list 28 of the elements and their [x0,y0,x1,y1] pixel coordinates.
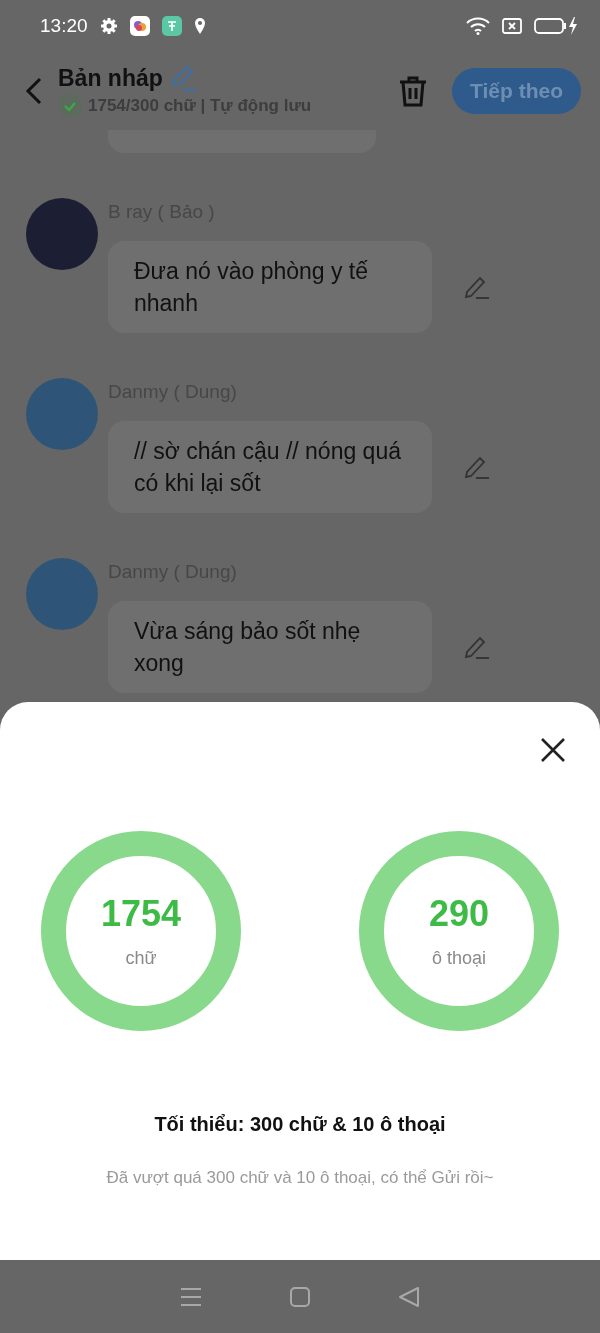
next-button[interactable]: Tiếp theo [452,68,581,114]
stat-value: 1754 [100,893,182,934]
battery-charging-icon [534,17,578,35]
back-icon[interactable] [398,1285,421,1308]
draft-title: Bản nháp [58,64,163,92]
minimum-requirement: Tối thiểu: 300 chữ & 10 ô thoại [154,1113,446,1136]
message-bubble[interactable]: // sờ chán cậu // nóng quá có khi lại sốt [108,421,432,513]
pencil-icon[interactable] [464,454,490,480]
gear-icon [99,17,118,35]
status-time: 13:20 [40,15,88,37]
back-icon[interactable] [24,77,44,105]
stat-label: ô thoại [431,947,486,969]
app-icon [129,16,150,36]
stat-label: chữ [125,947,157,969]
trash-icon[interactable] [398,75,429,107]
status-note: Đã vượt quá 300 chữ và 10 ô thoại, có thể Gửi rồi~ [106,1168,494,1188]
home-icon[interactable] [289,1285,311,1308]
close-icon[interactable] [540,737,566,763]
app-icon [161,16,182,36]
menu-icon[interactable] [179,1285,202,1308]
wifi-icon [466,17,490,35]
message-bubble[interactable]: Vừa sáng bảo sốt nhẹ xong [108,601,432,693]
message-bubble[interactable]: Đưa nó vào phòng y tế nhanh [108,241,432,333]
pencil-icon[interactable] [464,634,490,660]
pencil-icon[interactable] [464,274,490,300]
location-pin-icon [193,18,206,34]
sim-card-icon [502,18,522,34]
stat-value: 290 [428,893,490,934]
